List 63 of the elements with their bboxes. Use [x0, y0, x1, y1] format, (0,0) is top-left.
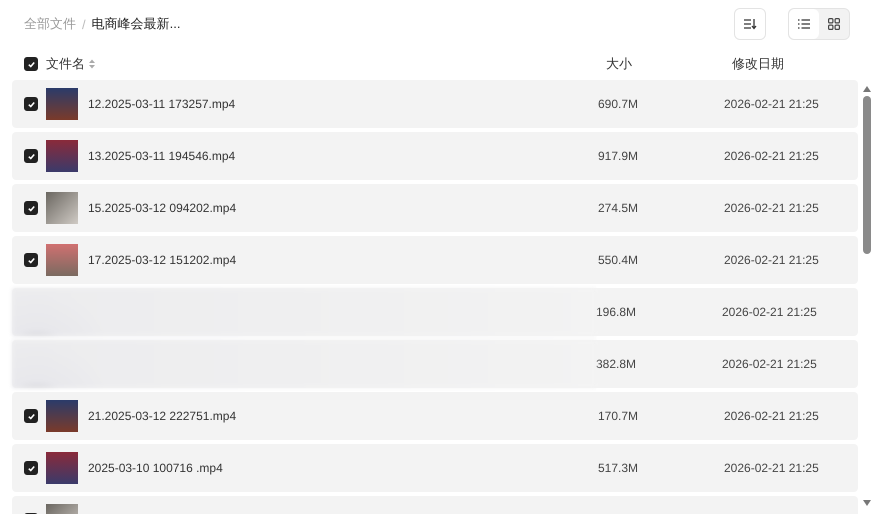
file-date: 2026-02-21 21:25	[722, 357, 817, 371]
sort-icon	[743, 18, 757, 30]
file-date: 2026-02-21 21:25	[724, 409, 819, 423]
file-name[interactable]: 21.2025-03-12 222751.mp4	[88, 409, 598, 423]
file-size: 196.8M	[596, 305, 638, 319]
check-icon	[26, 204, 36, 212]
row-checkbox[interactable]	[24, 461, 38, 475]
check-icon	[26, 60, 36, 68]
check-icon	[26, 100, 36, 108]
row-checkbox[interactable]	[24, 149, 38, 163]
file-row[interactable]: 12.2025-03-11 173257.mp4 690.7M 2026-02-21 21:25	[12, 80, 858, 128]
list-icon	[798, 19, 810, 29]
file-row[interactable]: 382.8M 2026-02-21 21:25	[12, 340, 858, 388]
video-thumbnail	[46, 244, 78, 276]
file-date: 2026-02-21 21:25	[724, 253, 819, 267]
scroll-down-arrow-icon[interactable]	[863, 500, 871, 506]
check-icon	[26, 152, 36, 160]
file-date: 2026-02-21 21:25	[724, 97, 819, 111]
breadcrumb-separator: /	[82, 16, 86, 32]
row-checkbox[interactable]	[24, 409, 38, 423]
check-icon	[26, 412, 36, 420]
file-date: 2026-02-21 21:25	[724, 461, 819, 475]
file-row[interactable]: 196.8M 2026-02-21 21:25	[12, 288, 858, 336]
file-row[interactable]: 17.2025-03-12 151202.mp4 550.4M 2026-02-21 21:25	[12, 236, 858, 284]
file-name[interactable]: 17.2025-03-12 151202.mp4	[88, 253, 598, 267]
list-view-button[interactable]	[789, 9, 819, 39]
file-size: 550.4M	[598, 253, 640, 267]
video-thumbnail	[46, 400, 78, 432]
video-thumbnail	[46, 88, 78, 120]
video-thumbnail	[46, 140, 78, 172]
check-icon	[26, 256, 36, 264]
file-size: 917.9M	[598, 149, 640, 163]
scrollbar-thumb[interactable]	[863, 96, 871, 254]
file-name[interactable]: 13.2025-03-11 194546.mp4	[88, 149, 598, 163]
file-date: 2026-02-21 21:25	[724, 201, 819, 215]
sort-button[interactable]	[734, 8, 766, 40]
file-date: 2026-02-21 21:25	[722, 305, 817, 319]
file-name[interactable]: 15.2025-03-12 094202.mp4	[88, 201, 598, 215]
video-thumbnail	[46, 192, 78, 224]
row-checkbox[interactable]	[24, 201, 38, 215]
file-date: 2026-02-21 21:25	[724, 149, 819, 163]
select-all-checkbox[interactable]	[24, 57, 38, 71]
modified-column-header: 修改日期	[732, 55, 784, 73]
file-size: 170.7M	[598, 409, 640, 423]
file-name[interactable]: 12.2025-03-11 173257.mp4	[88, 97, 598, 111]
file-size: 382.8M	[596, 357, 638, 371]
grid-icon	[828, 18, 840, 30]
row-checkbox[interactable]	[24, 97, 38, 111]
row-checkbox[interactable]	[24, 253, 38, 267]
name-column-header[interactable]: 文件名	[46, 55, 85, 73]
file-row[interactable]: 2025-03-10 100716 .mp4 517.3M 2026-02-21 21:25	[12, 444, 858, 492]
size-column-header: 大小	[606, 55, 632, 73]
breadcrumb-item: 电商峰会最新...	[92, 15, 180, 33]
file-row[interactable]: 21.2025-03-12 222751.mp4 170.7M 2026-02-21 21:25	[12, 392, 858, 440]
file-size: 517.3M	[598, 461, 640, 475]
file-size: 690.7M	[598, 97, 640, 111]
file-size: 274.5M	[598, 201, 640, 215]
file-row[interactable]: 13.2025-03-11 194546.mp4 917.9M 2026-02-21 21:25	[12, 132, 858, 180]
check-icon	[26, 464, 36, 472]
file-name[interactable]: 2025-03-10 100716 .mp4	[88, 461, 598, 475]
scroll-up-arrow-icon[interactable]	[863, 86, 871, 92]
video-thumbnail	[46, 452, 78, 484]
file-row[interactable]: 15.2025-03-12 094202.mp4 274.5M 2026-02-21 21:25	[12, 184, 858, 232]
